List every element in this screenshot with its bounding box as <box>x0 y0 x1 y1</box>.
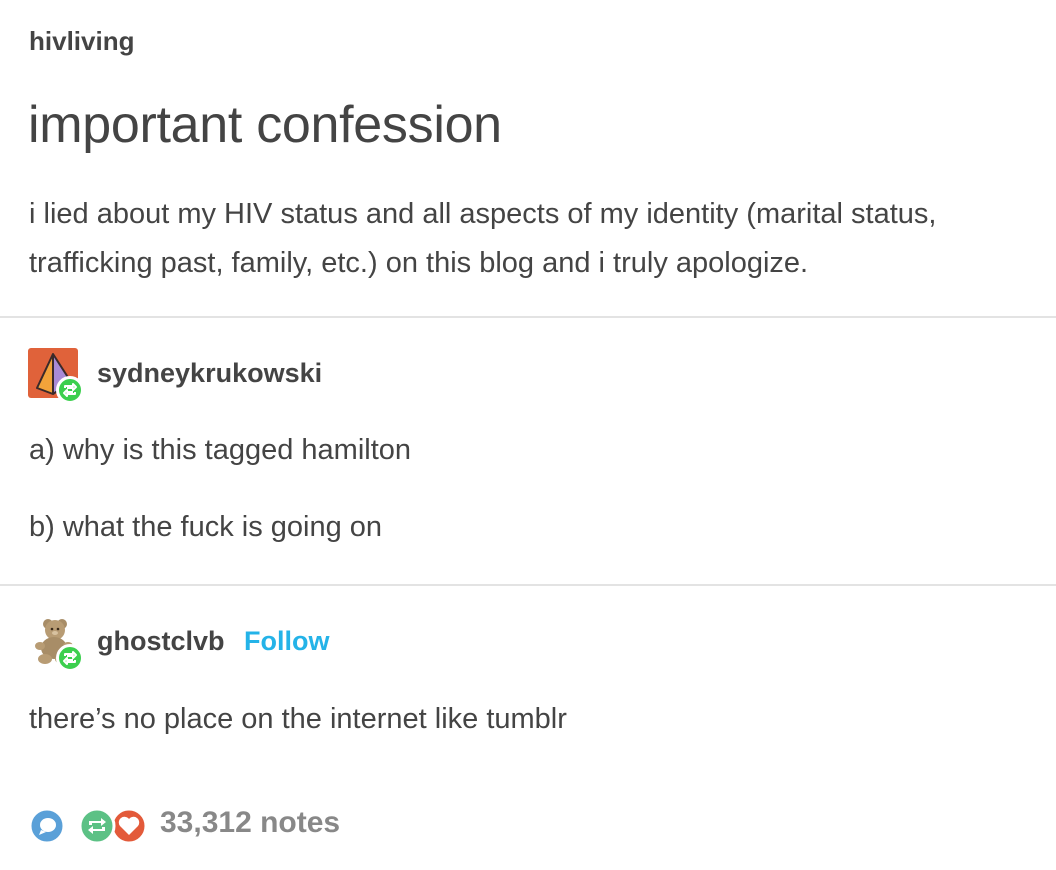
reblog-icon <box>78 807 116 845</box>
reblog-text-line: a) why is this tagged hamilton <box>29 434 412 466</box>
reblogger-avatar[interactable] <box>28 348 88 408</box>
reblogger-username[interactable]: ghostclvb <box>97 626 225 657</box>
reblog-badge-icon <box>56 644 84 672</box>
post-title: important confession <box>28 96 502 154</box>
follow-button[interactable]: Follow <box>244 626 329 657</box>
reblog-text-line: b) what the fuck is going on <box>29 511 383 543</box>
reply-icon <box>28 807 66 845</box>
reblog-badge-icon <box>56 376 84 404</box>
divider <box>0 584 1056 586</box>
post-body: i lied about my HIV status and all aspec… <box>29 198 937 279</box>
notes-count[interactable]: 33,312 notes <box>160 806 340 840</box>
reblogger-username[interactable]: sydneykrukowski <box>97 358 322 389</box>
divider <box>0 316 1056 318</box>
notes-icons[interactable] <box>27 806 148 846</box>
post-author-username[interactable]: hivliving <box>29 26 134 57</box>
reblogger-avatar[interactable] <box>28 616 88 676</box>
like-icon <box>110 807 148 845</box>
reblog-text-line: there’s no place on the internet like tu… <box>29 703 567 735</box>
